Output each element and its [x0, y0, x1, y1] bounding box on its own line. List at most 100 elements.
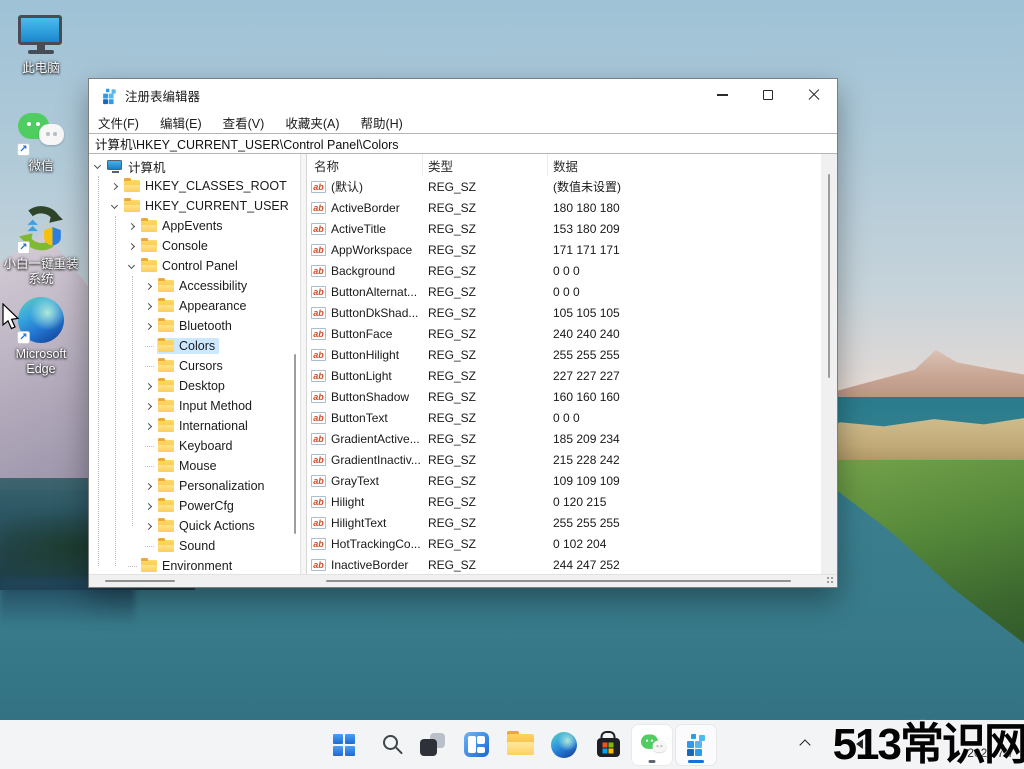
tree-item-powercfg[interactable]: PowerCfg	[89, 496, 300, 516]
registry-value-row-activetitle[interactable]: ab ActiveTitle REG_SZ 153 180 209	[307, 218, 821, 239]
registry-icon	[684, 733, 708, 757]
registry-value-row-buttontext[interactable]: ab ButtonText REG_SZ 0 0 0	[307, 407, 821, 428]
chevron-down-icon[interactable]	[93, 161, 102, 169]
chevron-right-icon[interactable]	[127, 222, 136, 230]
chevron-down-icon[interactable]	[110, 201, 119, 209]
registry-value-row-background[interactable]: ab Background REG_SZ 0 0 0	[307, 260, 821, 281]
tree-horizontal-scrollbar[interactable]	[105, 580, 175, 582]
registry-value-row-buttonalternat[interactable]: ab ButtonAlternat... REG_SZ 0 0 0	[307, 281, 821, 302]
tree-item-bluetooth[interactable]: Bluetooth	[89, 316, 300, 336]
tree-item-international[interactable]: International	[89, 416, 300, 436]
value-name: ButtonAlternat...	[331, 284, 418, 299]
chevron-right-icon[interactable]	[144, 302, 153, 310]
tree-item-accessibility[interactable]: Accessibility	[89, 276, 300, 296]
tree-item-environment[interactable]: Environment	[89, 556, 300, 574]
desktop-icon-wechat[interactable]: ↗ 微信	[2, 108, 80, 174]
registry-value-row-gradientinactiv[interactable]: ab GradientInactiv... REG_SZ 215 228 242	[307, 449, 821, 470]
desktop-icon-label: 微信	[28, 159, 54, 173]
chevron-right-icon[interactable]	[144, 522, 153, 530]
close-button[interactable]	[791, 79, 837, 111]
string-value-icon: ab	[311, 558, 326, 571]
value-name: HotTrackingCo...	[331, 536, 421, 551]
tree-item-appearance[interactable]: Appearance	[89, 296, 300, 316]
chevron-right-icon[interactable]	[127, 242, 136, 250]
chevron-right-icon[interactable]	[144, 482, 153, 490]
tree-item-quick-actions[interactable]: Quick Actions	[89, 516, 300, 536]
list-vertical-scrollbar[interactable]	[828, 174, 830, 378]
desktop-icon-xiaobai-reinstall[interactable]: ↗ 小白一键重装 系统	[2, 205, 80, 287]
registry-value-row-buttonshadow[interactable]: ab ButtonShadow REG_SZ 160 160 160	[307, 386, 821, 407]
column-header-name[interactable]: 名称	[307, 154, 423, 176]
value-name: ButtonHilight	[331, 347, 400, 362]
tree-item-colors[interactable]: Colors	[89, 336, 300, 356]
tree-item-personalization[interactable]: Personalization	[89, 476, 300, 496]
taskbar-button-widgets[interactable]	[456, 725, 496, 765]
registry-value-row-gradientactive[interactable]: ab GradientActive... REG_SZ 185 209 234	[307, 428, 821, 449]
registry-value-row-buttondkshad[interactable]: ab ButtonDkShad... REG_SZ 105 105 105	[307, 302, 821, 323]
chevron-right-icon[interactable]	[144, 422, 153, 430]
registry-value-row-buttonface[interactable]: ab ButtonFace REG_SZ 240 240 240	[307, 323, 821, 344]
chevron-right-icon[interactable]	[144, 282, 153, 290]
chevron-right-icon[interactable]	[144, 322, 153, 330]
registry-value-row-appworkspace[interactable]: ab AppWorkspace REG_SZ 171 171 171	[307, 239, 821, 260]
taskbar-button-wechat[interactable]	[632, 724, 672, 765]
menu-item-favorites[interactable]: 收藏夹(A)	[285, 113, 339, 132]
chevron-right-icon[interactable]	[144, 502, 153, 510]
tree-item-sound[interactable]: Sound	[89, 536, 300, 556]
tree-item-input-method[interactable]: Input Method	[89, 396, 300, 416]
taskbar-button-start[interactable]	[324, 725, 364, 765]
column-header-data[interactable]: 数据	[548, 154, 837, 176]
menu-item-edit[interactable]: 编辑(E)	[160, 113, 202, 132]
value-type: REG_SZ	[428, 263, 477, 278]
title-bar[interactable]: 注册表编辑器	[89, 79, 837, 111]
registry-value-row-buttonlight[interactable]: ab ButtonLight REG_SZ 227 227 227	[307, 365, 821, 386]
registry-value-row-default[interactable]: ab (默认) REG_SZ (数值未设置)	[307, 176, 821, 197]
taskbar-button-task-view[interactable]	[412, 725, 452, 765]
tree-item-control-panel[interactable]: Control Panel	[89, 256, 300, 276]
registry-value-row-buttonhilight[interactable]: ab ButtonHilight REG_SZ 255 255 255	[307, 344, 821, 365]
address-bar[interactable]: 计算机\HKEY_CURRENT_USER\Control Panel\Colo…	[89, 133, 837, 154]
tree-item-body: Bluetooth	[157, 317, 236, 334]
tree-item-desktop[interactable]: Desktop	[89, 376, 300, 396]
tree-item-console[interactable]: Console	[89, 236, 300, 256]
hidden-icons-chevron-icon[interactable]	[799, 739, 811, 751]
tree-item-appevents[interactable]: AppEvents	[89, 216, 300, 236]
menu-item-help[interactable]: 帮助(H)	[360, 113, 402, 132]
string-value-icon: ab	[311, 495, 326, 508]
taskbar-button-edge[interactable]	[544, 725, 584, 765]
value-data: 255 255 255	[553, 515, 620, 530]
taskbar-button-registry-editor[interactable]	[676, 724, 716, 765]
tree-item-hkey-current-user[interactable]: HKEY_CURRENT_USER	[89, 196, 300, 216]
minimize-button[interactable]	[699, 79, 745, 111]
value-type: REG_SZ	[428, 179, 477, 194]
taskbar-button-search[interactable]	[368, 725, 408, 765]
tree-item-mouse[interactable]: Mouse	[89, 456, 300, 476]
tree-item-cursors[interactable]: Cursors	[89, 356, 300, 376]
registry-value-row-inactiveborder[interactable]: ab InactiveBorder REG_SZ 244 247 252	[307, 554, 821, 574]
column-header-type[interactable]: 类型	[423, 154, 548, 176]
resize-grip-icon[interactable]	[826, 576, 835, 585]
menu-item-file[interactable]: 文件(F)	[98, 113, 139, 132]
registry-value-row-activeborder[interactable]: ab ActiveBorder REG_SZ 180 180 180	[307, 197, 821, 218]
tree-item-hkey-classes-root[interactable]: HKEY_CLASSES_ROOT	[89, 176, 300, 196]
chevron-right-icon[interactable]	[144, 402, 153, 410]
chevron-down-icon[interactable]	[127, 261, 136, 269]
menu-item-view[interactable]: 查看(V)	[223, 113, 265, 132]
value-type: REG_SZ	[428, 557, 477, 572]
list-horizontal-scrollbar[interactable]	[326, 580, 791, 582]
registry-value-row-graytext[interactable]: ab GrayText REG_SZ 109 109 109	[307, 470, 821, 491]
tree-item-keyboard[interactable]: Keyboard	[89, 436, 300, 456]
registry-value-row-hottrackingco[interactable]: ab HotTrackingCo... REG_SZ 0 102 204	[307, 533, 821, 554]
value-name: ActiveBorder	[331, 200, 400, 215]
taskbar-button-microsoft-store[interactable]	[588, 725, 628, 765]
wallpaper-mountain-right	[814, 350, 1024, 397]
tree-item-computer[interactable]: 计算机	[89, 156, 300, 176]
desktop-icon-this-pc[interactable]: 此电脑	[2, 10, 80, 76]
chevron-right-icon[interactable]	[144, 382, 153, 390]
chevron-right-icon[interactable]	[110, 182, 119, 190]
registry-value-row-hilighttext[interactable]: ab HilightText REG_SZ 255 255 255	[307, 512, 821, 533]
registry-value-row-hilight[interactable]: ab Hilight REG_SZ 0 120 215	[307, 491, 821, 512]
taskbar-button-file-explorer[interactable]	[500, 725, 540, 765]
maximize-button[interactable]	[745, 79, 791, 111]
list-scrollbar-track[interactable]	[821, 154, 837, 574]
